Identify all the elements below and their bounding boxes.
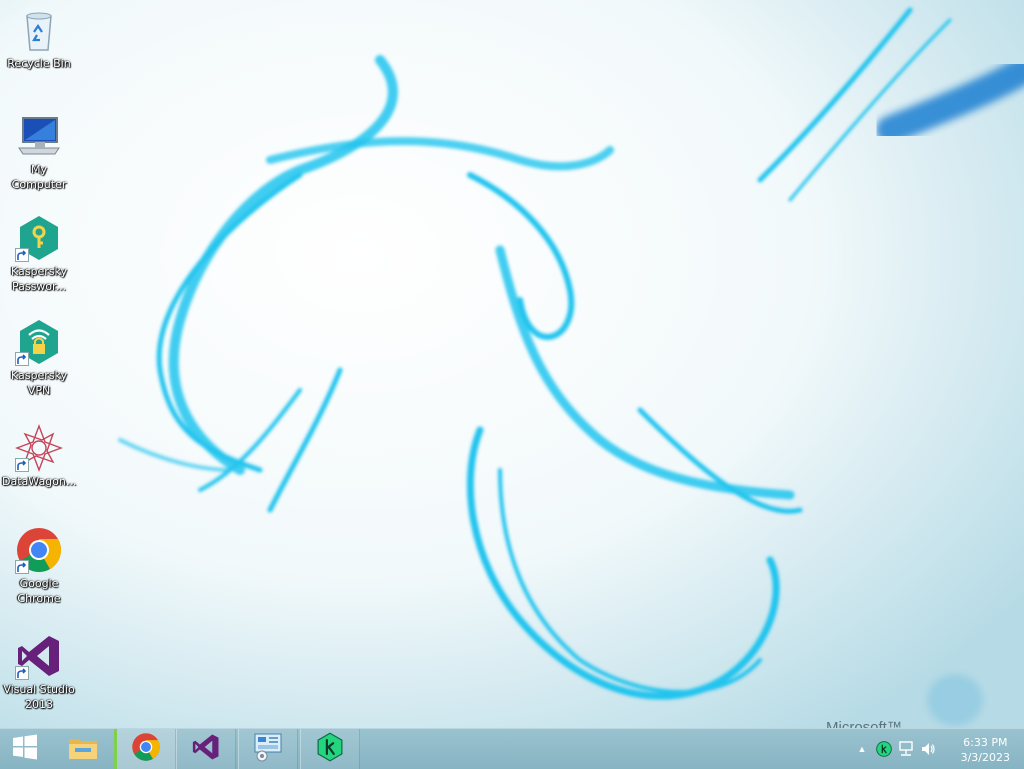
desktop-icon-label: Visual Studio 2013 xyxy=(3,683,75,711)
desktop-icon-label: My Computer xyxy=(11,163,67,191)
desktop-icon-label: Recycle Bin xyxy=(7,57,71,70)
desktop-wallpaper xyxy=(0,0,1024,728)
folder-icon xyxy=(67,733,99,766)
file-explorer-taskbar-button[interactable] xyxy=(54,729,112,769)
desktop-icon-label: Kaspersky VPN xyxy=(11,369,67,397)
visual-studio-taskbar-button[interactable] xyxy=(176,729,236,769)
desktop-icon-kaspersky-password[interactable]: Kaspersky Passwor... xyxy=(0,214,78,294)
kaspersky-icon xyxy=(315,732,345,767)
network-icon[interactable] xyxy=(898,741,914,757)
shortcut-arrow-icon xyxy=(15,560,29,574)
clock-time: 6:33 PM xyxy=(963,736,1008,749)
chrome-icon xyxy=(15,526,63,574)
show-hidden-icons-button[interactable]: ▲ xyxy=(854,741,870,757)
desktop-icon-my-computer[interactable]: My Computer xyxy=(0,112,78,192)
visual-studio-icon xyxy=(15,632,63,680)
visual-studio-icon xyxy=(191,732,221,767)
desktop-icon-recycle-bin[interactable]: Recycle Bin xyxy=(0,6,78,71)
kaspersky-vpn-icon xyxy=(15,318,63,366)
computer-icon xyxy=(15,112,63,160)
chevron-up-icon: ▲ xyxy=(857,744,867,754)
shortcut-arrow-icon xyxy=(15,248,29,262)
control-panel-taskbar-button[interactable] xyxy=(238,729,298,769)
shortcut-arrow-icon xyxy=(15,352,29,366)
system-tray: ▲ 6:33 PM 3/3/2023 xyxy=(814,729,1024,769)
shortcut-arrow-icon xyxy=(15,458,29,472)
clock[interactable]: 6:33 PM 3/3/2023 xyxy=(961,735,1010,765)
kaspersky-password-icon xyxy=(15,214,63,262)
volume-icon[interactable] xyxy=(920,741,936,757)
chrome-icon xyxy=(131,732,161,767)
control-panel-icon xyxy=(252,732,284,767)
desktop-icon-kaspersky-vpn[interactable]: Kaspersky VPN xyxy=(0,318,78,398)
desktop-icon-google-chrome[interactable]: Google Chrome xyxy=(0,526,78,606)
shortcut-arrow-icon xyxy=(15,666,29,680)
desktop-icon-label: Kaspersky Passwor... xyxy=(11,265,67,293)
kaspersky-taskbar-button[interactable] xyxy=(300,729,360,769)
desktop-icon-datawagon[interactable]: DataWagon... xyxy=(0,424,78,489)
datawagon-icon xyxy=(15,424,63,472)
windows-logo-icon xyxy=(12,734,38,765)
clock-date: 3/3/2023 xyxy=(960,751,1010,764)
desktop-icon-visual-studio[interactable]: Visual Studio 2013 xyxy=(0,632,78,712)
desktop-icon-label: Google Chrome xyxy=(17,577,61,605)
recycle-bin-icon xyxy=(15,6,63,54)
taskbar: ▲ 6:33 PM 3/3/2023 xyxy=(0,728,1024,769)
start-button[interactable] xyxy=(0,729,50,769)
kaspersky-tray-icon[interactable] xyxy=(876,741,892,757)
desktop-icon-label: DataWagon... xyxy=(2,475,77,488)
chrome-taskbar-button[interactable] xyxy=(114,729,176,769)
